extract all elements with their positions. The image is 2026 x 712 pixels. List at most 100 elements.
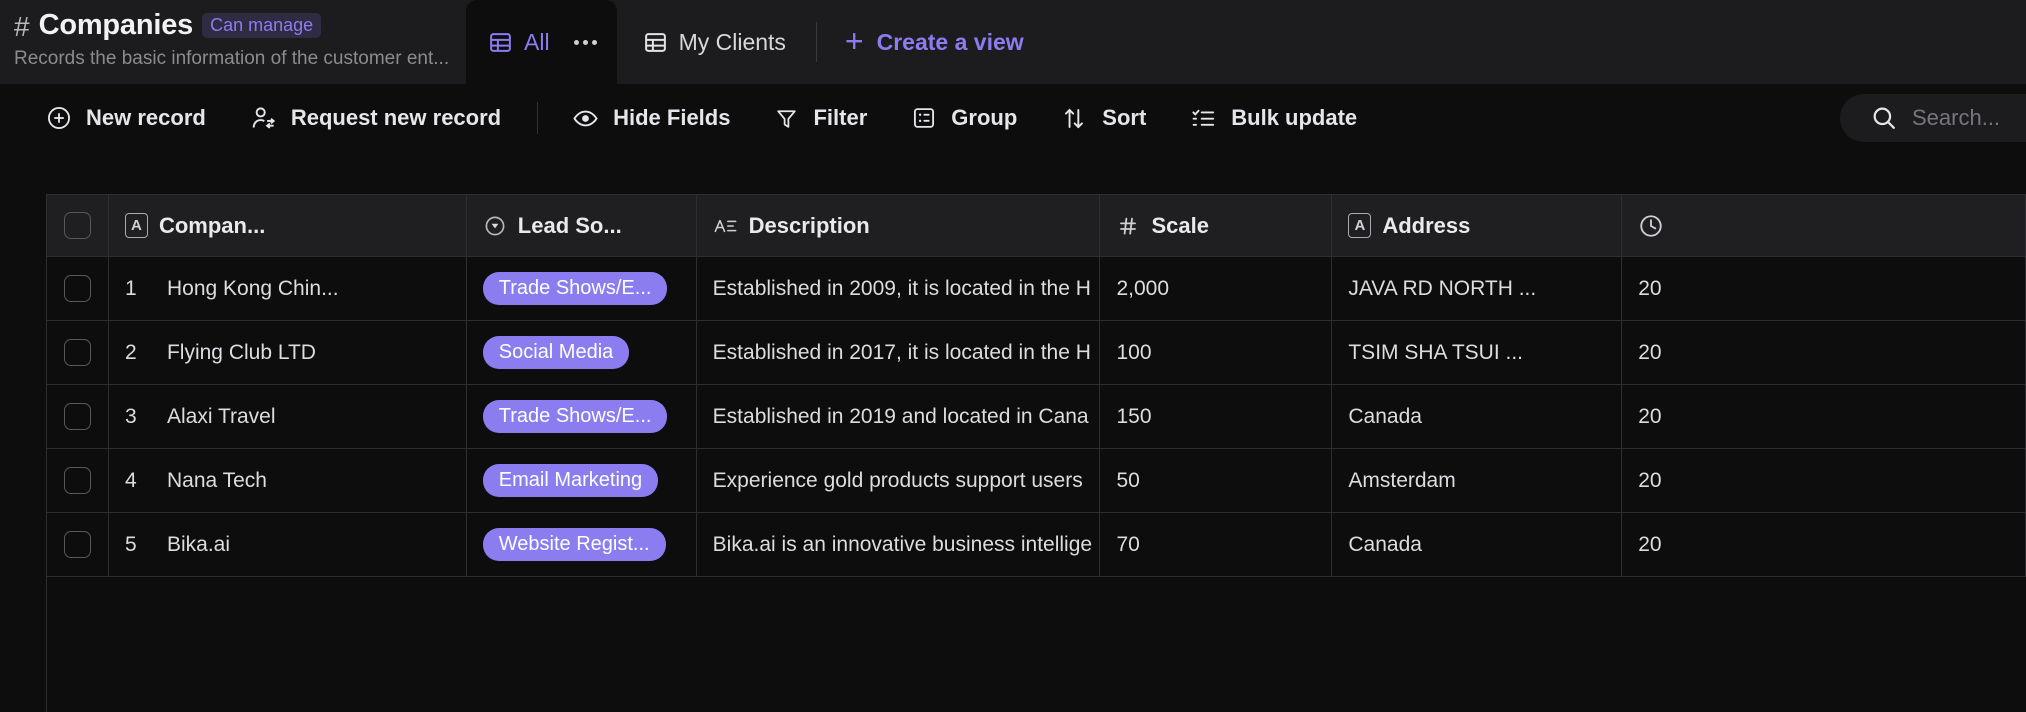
checklist-icon — [1192, 109, 1215, 126]
cell-address[interactable]: Canada — [1332, 513, 1623, 576]
row-checkbox[interactable] — [63, 275, 91, 302]
tab-my-clients[interactable]: My Clients — [617, 0, 812, 84]
row-checkbox[interactable] — [63, 467, 91, 494]
cell-description[interactable]: Experience gold products support users — [697, 449, 1101, 512]
sort-arrows-icon — [1065, 108, 1084, 128]
cell-address[interactable]: JAVA RD NORTH ... — [1332, 257, 1623, 320]
cell-company[interactable]: 4 Nana Tech — [109, 449, 467, 512]
eye-icon — [573, 110, 598, 126]
text-field-icon: A — [124, 213, 148, 238]
number-field-icon — [1120, 217, 1137, 235]
row-checkbox-cell[interactable] — [47, 257, 109, 320]
group-label: Group — [951, 105, 1018, 130]
grid-empty-area — [47, 577, 2026, 712]
cell-company-value: Bika.ai — [166, 532, 230, 556]
sort-button[interactable]: Sort — [1061, 105, 1146, 132]
person-request-icon — [252, 106, 275, 129]
search-box[interactable] — [1840, 94, 2026, 142]
cell-scale[interactable]: 100 — [1100, 321, 1333, 384]
column-header-date[interactable] — [1622, 195, 2026, 256]
lead-source-tag: Trade Shows/E... — [482, 400, 668, 433]
cell-date[interactable]: 20 — [1622, 321, 2026, 384]
cell-description[interactable]: Established in 2017, it is located in th… — [697, 321, 1101, 384]
create-view-button[interactable]: + Create a view — [821, 0, 1048, 84]
cell-scale[interactable]: 70 — [1100, 513, 1333, 576]
database-view-page: # Companies Can manage Records the basic… — [0, 0, 2026, 712]
records-grid: A Compan... Lead So... Description Scale… — [46, 194, 2026, 712]
cell-company-value: Flying Club LTD — [166, 340, 316, 364]
single-select-icon — [485, 216, 505, 235]
cell-address[interactable]: TSIM SHA TSUI ... — [1332, 321, 1623, 384]
select-all-checkbox[interactable] — [63, 212, 91, 239]
clock-icon — [1640, 214, 1662, 237]
request-new-record-button[interactable]: Request new record — [250, 105, 501, 132]
cell-date[interactable]: 20 — [1622, 385, 2026, 448]
row-checkbox-cell[interactable] — [47, 385, 109, 448]
cell-description[interactable]: Established in 2019 and located in Cana — [697, 385, 1101, 448]
cell-scale[interactable]: 50 — [1100, 449, 1333, 512]
column-header-scale[interactable]: Scale — [1100, 195, 1333, 256]
table-row[interactable]: 4 Nana Tech Email Marketing Experience g… — [47, 449, 2026, 513]
cell-address[interactable]: Canada — [1332, 385, 1623, 448]
cell-company[interactable]: 1 Hong Kong Chin... — [109, 257, 467, 320]
tab-overflow-menu-icon[interactable] — [573, 39, 597, 45]
column-header-lead-source[interactable]: Lead So... — [467, 195, 697, 256]
cell-company[interactable]: 2 Flying Club LTD — [109, 321, 467, 384]
column-header-company[interactable]: A Compan... — [109, 195, 467, 256]
cell-date[interactable]: 20 — [1622, 513, 2026, 576]
bulk-update-button[interactable]: Bulk update — [1190, 105, 1357, 132]
table-row[interactable]: 2 Flying Club LTD Social Media Establish… — [47, 321, 2026, 385]
filter-button[interactable]: Filter — [774, 105, 867, 131]
table-row[interactable]: 1 Hong Kong Chin... Trade Shows/E... Est… — [47, 257, 2026, 321]
column-header-description[interactable]: Description — [697, 195, 1101, 256]
row-number: 4 — [124, 468, 137, 492]
cell-lead-source[interactable]: Trade Shows/E... — [467, 385, 697, 448]
row-checkbox[interactable] — [63, 403, 91, 430]
row-checkbox[interactable] — [63, 531, 91, 558]
column-header-address[interactable]: A Address — [1332, 195, 1623, 256]
cell-company-value: Alaxi Travel — [166, 404, 276, 428]
column-header-scale-label: Scale — [1151, 212, 1209, 238]
row-checkbox-cell[interactable] — [47, 513, 109, 576]
select-all-checkbox-cell[interactable] — [47, 195, 109, 256]
search-input[interactable] — [1912, 105, 2012, 131]
funnel-icon — [777, 109, 797, 128]
grid-table-icon — [644, 32, 666, 52]
cell-description[interactable]: Established in 2009, it is located in th… — [697, 257, 1101, 320]
plus-icon: + — [844, 22, 864, 59]
row-number: 3 — [124, 404, 137, 428]
permission-badge: Can manage — [202, 13, 322, 38]
row-checkbox[interactable] — [63, 339, 91, 366]
hide-fields-button[interactable]: Hide Fields — [572, 105, 730, 132]
lead-source-tag: Website Regist... — [482, 528, 666, 561]
column-header-address-label: Address — [1382, 212, 1471, 238]
row-checkbox-cell[interactable] — [47, 449, 109, 512]
cell-description[interactable]: Bika.ai is an innovative business intell… — [697, 513, 1101, 576]
cell-lead-source[interactable]: Website Regist... — [467, 513, 697, 576]
long-text-icon — [714, 219, 737, 232]
text-field-icon: A — [1348, 213, 1372, 238]
table-row[interactable]: 5 Bika.ai Website Regist... Bika.ai is a… — [47, 513, 2026, 577]
view-tabs: All My Clients + Create a view — [466, 0, 1048, 84]
group-button[interactable]: Group — [911, 105, 1017, 131]
table-row[interactable]: 3 Alaxi Travel Trade Shows/E... Establis… — [47, 385, 2026, 449]
cell-address[interactable]: Amsterdam — [1332, 449, 1623, 512]
sort-label: Sort — [1102, 105, 1147, 130]
cell-scale[interactable]: 2,000 — [1100, 257, 1333, 320]
cell-company[interactable]: 5 Bika.ai — [109, 513, 467, 576]
row-number: 2 — [124, 340, 137, 364]
tab-all[interactable]: All — [466, 0, 617, 84]
row-checkbox-cell[interactable] — [47, 321, 109, 384]
cell-lead-source[interactable]: Social Media — [467, 321, 697, 384]
new-record-button[interactable]: New record — [46, 105, 206, 131]
circle-plus-icon — [48, 107, 70, 129]
cell-date[interactable]: 20 — [1622, 257, 2026, 320]
cell-lead-source[interactable]: Email Marketing — [467, 449, 697, 512]
tab-divider — [815, 22, 817, 62]
cell-company[interactable]: 3 Alaxi Travel — [109, 385, 467, 448]
cell-scale[interactable]: 150 — [1100, 385, 1333, 448]
cell-date[interactable]: 20 — [1622, 449, 2026, 512]
request-new-record-label: Request new record — [290, 105, 502, 130]
view-toolbar: New record Request new record Hide Field… — [0, 84, 2026, 152]
cell-lead-source[interactable]: Trade Shows/E... — [467, 257, 697, 320]
